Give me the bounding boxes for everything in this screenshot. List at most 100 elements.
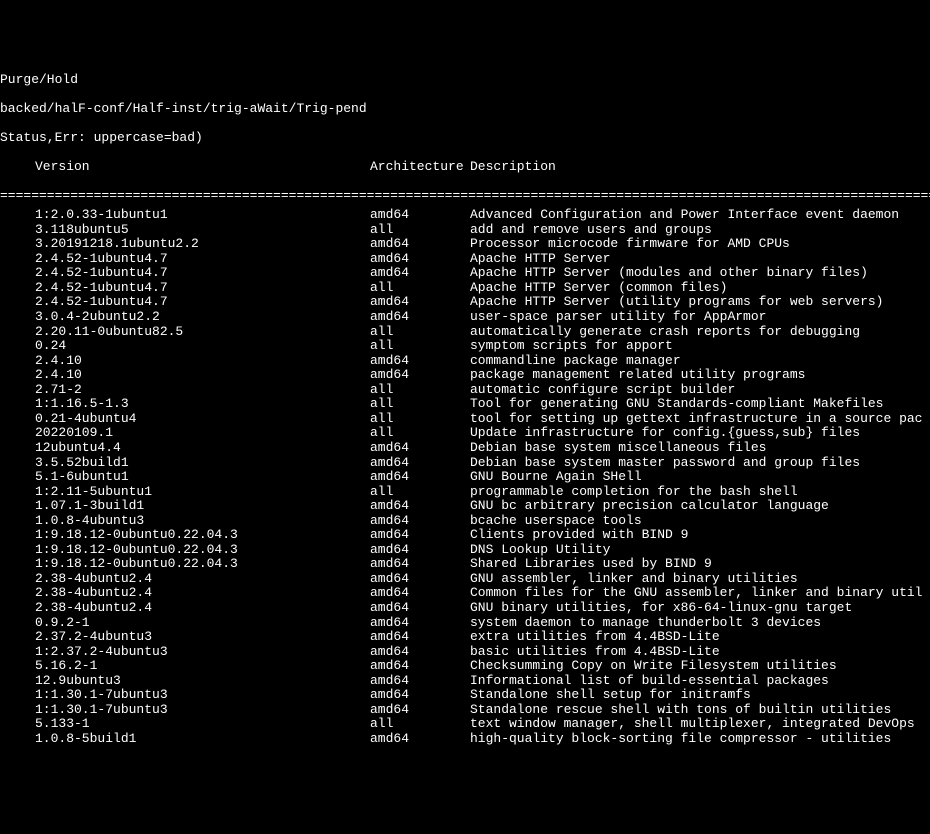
table-row: 1.0.8-5build1amd64high-quality block-sor… xyxy=(0,732,930,747)
cell-desc: Apache HTTP Server (modules and other bi… xyxy=(470,266,868,281)
cell-arch: amd64 xyxy=(370,441,470,456)
cell-desc: automatically generate crash reports for… xyxy=(470,325,860,340)
cell-arch: amd64 xyxy=(370,586,470,601)
table-row: 5.1-6ubuntu1amd64GNU Bourne Again SHell xyxy=(0,470,930,485)
cell-arch: amd64 xyxy=(370,528,470,543)
table-row: 2.38-4ubuntu2.4amd64GNU binary utilities… xyxy=(0,601,930,616)
cell-arch: amd64 xyxy=(370,557,470,572)
header-purge-hold: Purge/Hold xyxy=(0,73,930,88)
cell-version: 2.4.10 xyxy=(0,354,370,369)
cell-arch: amd64 xyxy=(370,237,470,252)
cell-arch: all xyxy=(370,412,470,427)
cell-version: 2.71-2 xyxy=(0,383,370,398)
cell-version: 12.9ubuntu3 xyxy=(0,674,370,689)
col-header-desc: Description xyxy=(470,160,556,175)
cell-arch: all xyxy=(370,325,470,340)
cell-version: 1.0.8-5build1 xyxy=(0,732,370,747)
cell-version: 0.9.2-1 xyxy=(0,616,370,631)
cell-desc: user-space parser utility for AppArmor xyxy=(470,310,766,325)
cell-arch: all xyxy=(370,223,470,238)
cell-arch: all xyxy=(370,717,470,732)
cell-desc: Checksumming Copy on Write Filesystem ut… xyxy=(470,659,837,674)
table-row: 2.4.52-1ubuntu4.7amd64Apache HTTP Server xyxy=(0,252,930,267)
table-row: 3.5.52build1amd64Debian base system mast… xyxy=(0,456,930,471)
cell-arch: amd64 xyxy=(370,572,470,587)
col-header-version: Version xyxy=(0,160,370,175)
table-row: 2.38-4ubuntu2.4amd64GNU assembler, linke… xyxy=(0,572,930,587)
cell-desc: Processor microcode firmware for AMD CPU… xyxy=(470,237,790,252)
table-row: 1:2.0.33-1ubuntu1amd64Advanced Configura… xyxy=(0,208,930,223)
table-row: 2.4.10amd64commandline package manager xyxy=(0,354,930,369)
table-row: 0.21-4ubuntu4alltool for setting up gett… xyxy=(0,412,930,427)
cell-arch: amd64 xyxy=(370,543,470,558)
cell-desc: Clients provided with BIND 9 xyxy=(470,528,688,543)
table-row: 1:1.30.1-7ubuntu3amd64Standalone rescue … xyxy=(0,703,930,718)
cell-desc: bcache userspace tools xyxy=(470,514,642,529)
cell-arch: amd64 xyxy=(370,732,470,747)
table-row: 5.133-1alltext window manager, shell mul… xyxy=(0,717,930,732)
cell-arch: all xyxy=(370,485,470,500)
cell-version: 2.20.11-0ubuntu82.5 xyxy=(0,325,370,340)
cell-desc: GNU bc arbitrary precision calculator la… xyxy=(470,499,829,514)
cell-arch: amd64 xyxy=(370,252,470,267)
cell-version: 1:9.18.12-0ubuntu0.22.04.3 xyxy=(0,528,370,543)
table-row: 5.16.2-1amd64Checksumming Copy on Write … xyxy=(0,659,930,674)
terminal-output: Purge/Hold backed/halF-conf/Half-inst/tr… xyxy=(0,58,930,761)
cell-version: 1:2.0.33-1ubuntu1 xyxy=(0,208,370,223)
cell-arch: amd64 xyxy=(370,616,470,631)
cell-arch: amd64 xyxy=(370,688,470,703)
cell-desc: system daemon to manage thunderbolt 3 de… xyxy=(470,616,821,631)
cell-version: 20220109.1 xyxy=(0,426,370,441)
cell-version: 1:2.11-5ubuntu1 xyxy=(0,485,370,500)
cell-version: 2.4.52-1ubuntu4.7 xyxy=(0,281,370,296)
cell-desc: extra utilities from 4.4BSD-Lite xyxy=(470,630,720,645)
cell-arch: all xyxy=(370,397,470,412)
header-status-err: Status,Err: uppercase=bad) xyxy=(0,131,930,146)
cell-desc: Standalone shell setup for initramfs xyxy=(470,688,751,703)
cell-desc: Tool for generating GNU Standards-compli… xyxy=(470,397,883,412)
table-row: 0.24allsymptom scripts for apport xyxy=(0,339,930,354)
cell-arch: amd64 xyxy=(370,310,470,325)
cell-desc: package management related utility progr… xyxy=(470,368,805,383)
cell-arch: amd64 xyxy=(370,601,470,616)
cell-version: 2.4.52-1ubuntu4.7 xyxy=(0,295,370,310)
cell-desc: GNU binary utilities, for x86-64-linux-g… xyxy=(470,601,852,616)
table-row: 2.4.52-1ubuntu4.7amd64Apache HTTP Server… xyxy=(0,295,930,310)
cell-version: 3.20191218.1ubuntu2.2 xyxy=(0,237,370,252)
cell-arch: amd64 xyxy=(370,514,470,529)
cell-arch: amd64 xyxy=(370,499,470,514)
cell-version: 2.4.52-1ubuntu4.7 xyxy=(0,266,370,281)
cell-arch: all xyxy=(370,281,470,296)
cell-version: 1:1.16.5-1.3 xyxy=(0,397,370,412)
table-row: 1:2.11-5ubuntu1allprogrammable completio… xyxy=(0,485,930,500)
cell-desc: Standalone rescue shell with tons of bui… xyxy=(470,703,891,718)
cell-version: 1.0.8-4ubuntu3 xyxy=(0,514,370,529)
cell-arch: amd64 xyxy=(370,703,470,718)
table-row: 2.37.2-4ubuntu3amd64extra utilities from… xyxy=(0,630,930,645)
table-row: 2.4.52-1ubuntu4.7allApache HTTP Server (… xyxy=(0,281,930,296)
cell-arch: all xyxy=(370,426,470,441)
table-row: 1:2.37.2-4ubuntu3amd64basic utilities fr… xyxy=(0,645,930,660)
table-row: 1:9.18.12-0ubuntu0.22.04.3amd64Shared Li… xyxy=(0,557,930,572)
cell-version: 5.133-1 xyxy=(0,717,370,732)
cell-version: 1:9.18.12-0ubuntu0.22.04.3 xyxy=(0,557,370,572)
cell-desc: text window manager, shell multiplexer, … xyxy=(470,717,922,732)
cell-arch: amd64 xyxy=(370,630,470,645)
table-row: 20220109.1allUpdate infrastructure for c… xyxy=(0,426,930,441)
separator-line: ========================================… xyxy=(0,189,930,204)
cell-desc: programmable completion for the bash she… xyxy=(470,485,798,500)
cell-version: 2.38-4ubuntu2.4 xyxy=(0,601,370,616)
table-row: 1:9.18.12-0ubuntu0.22.04.3amd64Clients p… xyxy=(0,528,930,543)
cell-version: 2.4.52-1ubuntu4.7 xyxy=(0,252,370,267)
cell-desc: high-quality block-sorting file compress… xyxy=(470,732,891,747)
cell-desc: Apache HTTP Server (utility programs for… xyxy=(470,295,883,310)
cell-version: 0.24 xyxy=(0,339,370,354)
cell-version: 5.16.2-1 xyxy=(0,659,370,674)
cell-arch: amd64 xyxy=(370,295,470,310)
table-row: 1.07.1-3build1amd64GNU bc arbitrary prec… xyxy=(0,499,930,514)
cell-version: 2.38-4ubuntu2.4 xyxy=(0,572,370,587)
cell-desc: automatic configure script builder xyxy=(470,383,735,398)
table-row: 12ubuntu4.4amd64Debian base system misce… xyxy=(0,441,930,456)
cell-desc: GNU Bourne Again SHell xyxy=(470,470,642,485)
cell-desc: commandline package manager xyxy=(470,354,681,369)
